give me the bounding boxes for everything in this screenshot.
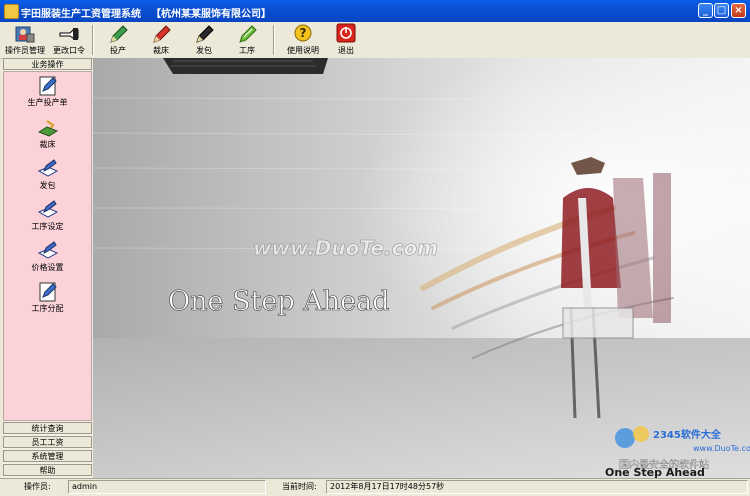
toolbar-label: 更改口令 <box>53 46 85 55</box>
corner-slogan: One Step Ahead <box>605 466 705 478</box>
corner-brand-name: 2345软件大全 <box>653 428 722 441</box>
sidebar-header-help[interactable]: 帮助 <box>3 464 92 476</box>
time-value: 2012年8月17日17时48分57秒 <box>330 482 445 491</box>
toolbar-label: 裁床 <box>153 46 169 55</box>
exit-icon <box>336 23 356 43</box>
cutting-icon <box>37 120 58 137</box>
sidebar-item-label: 价格设置 <box>31 263 64 272</box>
process-pen-icon <box>37 200 58 218</box>
sidebar: 业务操作 生产投产单 裁床 发包 工序设定 价格设置 工序分配 统计查询 员工工… <box>3 58 92 478</box>
sidebar-panel: 生产投产单 裁床 发包 工序设定 价格设置 工序分配 <box>3 71 92 421</box>
toolbar-label: 退出 <box>338 46 354 55</box>
app-icon <box>4 4 19 19</box>
pen-leaf-icon <box>239 25 257 43</box>
toolbar-label: 工序 <box>239 46 255 55</box>
sidebar-item-label: 裁床 <box>39 140 56 149</box>
key-hand-icon <box>59 28 79 40</box>
dispatch-button[interactable]: 发包 <box>188 22 220 58</box>
document-pen-icon <box>39 76 57 96</box>
sidebar-item-process-assign[interactable]: 工序分配 <box>4 282 91 314</box>
time-label: 当前时间: <box>282 482 317 491</box>
toolbar-label: 操作员管理 <box>5 46 45 55</box>
sidebar-item-cutting[interactable]: 裁床 <box>4 118 91 150</box>
sidebar-header-salary[interactable]: 员工工资 <box>3 436 92 448</box>
change-password-button[interactable]: 更改口令 <box>51 22 87 58</box>
sidebar-item-label: 发包 <box>39 181 56 190</box>
pen-green-icon <box>110 25 128 43</box>
banner-artwork: One Step Ahead www.DuoTe.com 2345软件大全 ww… <box>93 58 750 478</box>
watermark-text: www.DuoTe.com <box>253 236 438 260</box>
sidebar-header-system[interactable]: 系统管理 <box>3 450 92 462</box>
help-icon: ? <box>294 24 312 42</box>
svg-text:?: ? <box>300 26 307 40</box>
toolbar-separator <box>92 25 94 55</box>
title-bar: 宇田服装生产工资管理系统 【杭州某某服饰有限公司】 _ □ × <box>0 0 750 22</box>
pen-black-icon <box>196 25 214 43</box>
sidebar-header-business[interactable]: 业务操作 <box>3 58 92 70</box>
process-button[interactable]: 工序 <box>231 22 263 58</box>
exit-button[interactable]: 退出 <box>331 22 361 58</box>
sidebar-item-process-settings[interactable]: 工序设定 <box>4 200 91 232</box>
toolbar-label: 使用说明 <box>287 46 319 55</box>
sidebar-item-label: 生产投产单 <box>27 98 68 107</box>
operator-value: admin <box>72 482 98 491</box>
sidebar-item-label: 工序分配 <box>31 304 64 313</box>
package-pen-icon <box>37 159 58 177</box>
sidebar-item-label: 工序设定 <box>31 222 64 231</box>
sidebar-item-price-settings[interactable]: 价格设置 <box>4 241 91 273</box>
sidebar-item-production-order[interactable]: 生产投产单 <box>4 76 91 108</box>
minimize-button[interactable]: _ <box>698 3 713 18</box>
toolbar-label: 投产 <box>110 46 126 55</box>
toolbar-label: 发包 <box>196 46 212 55</box>
operator-manage-button[interactable]: 操作员管理 <box>3 22 47 58</box>
assign-pen-icon <box>39 282 57 302</box>
banner-slogan: One Step Ahead <box>168 286 390 317</box>
time-field: 2012年8月17日17时48分57秒 <box>326 480 748 494</box>
pen-red-icon <box>153 25 171 43</box>
corner-url: www.DuoTe.com <box>693 444 750 453</box>
main-banner: One Step Ahead www.DuoTe.com 2345软件大全 ww… <box>93 58 750 478</box>
company-name: 【杭州某某服饰有限公司】 <box>151 9 271 20</box>
toolbar-separator <box>273 25 275 55</box>
sidebar-item-dispatch[interactable]: 发包 <box>4 159 91 191</box>
price-pen-icon <box>37 241 58 259</box>
maximize-button[interactable]: □ <box>714 3 729 18</box>
users-icon <box>15 26 35 43</box>
operator-field: admin <box>68 480 266 494</box>
window-title: 宇田服装生产工资管理系统 <box>21 9 141 20</box>
operator-label: 操作员: <box>24 482 51 491</box>
help-manual-button[interactable]: ? 使用说明 <box>283 22 323 58</box>
production-button[interactable]: 投产 <box>102 22 134 58</box>
toolbar: 操作员管理 更改口令 投产 裁床 发包 工序 ? 使用说明 退出 <box>0 22 750 59</box>
sidebar-header-statistics[interactable]: 统计查询 <box>3 422 92 434</box>
cutting-button[interactable]: 裁床 <box>145 22 177 58</box>
close-button[interactable]: × <box>731 3 746 18</box>
status-bar: 操作员: admin 当前时间: 2012年8月17日17时48分57秒 <box>0 478 750 496</box>
